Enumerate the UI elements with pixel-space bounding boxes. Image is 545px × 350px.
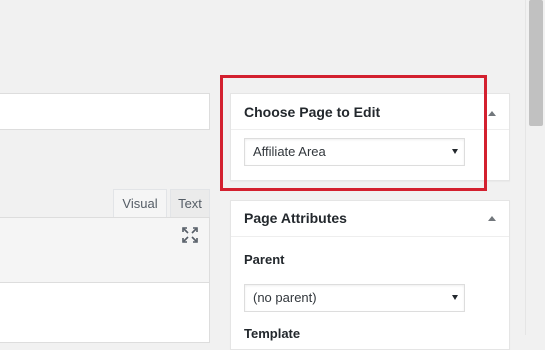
metabox-divider <box>231 236 509 237</box>
parent-label: Parent <box>244 252 285 267</box>
fullscreen-expand-icon[interactable] <box>181 226 199 244</box>
editor-content-area[interactable] <box>0 283 210 343</box>
choose-page-toggle-icon[interactable] <box>488 111 496 116</box>
tab-visual[interactable]: Visual <box>113 189 167 217</box>
page-attributes-title: Page Attributes <box>244 210 347 226</box>
editor-toolbar <box>0 217 210 283</box>
page-attributes-toggle-icon[interactable] <box>488 216 496 221</box>
scrollbar-thumb[interactable] <box>529 0 543 126</box>
highlight-annotation <box>220 75 487 191</box>
tab-text[interactable]: Text <box>170 189 210 217</box>
template-label: Template <box>244 326 301 341</box>
post-title-input[interactable] <box>0 93 210 130</box>
parent-selected-value: (no parent) <box>253 290 317 305</box>
chevron-down-icon <box>452 295 458 300</box>
parent-select[interactable]: (no parent) <box>244 284 465 312</box>
